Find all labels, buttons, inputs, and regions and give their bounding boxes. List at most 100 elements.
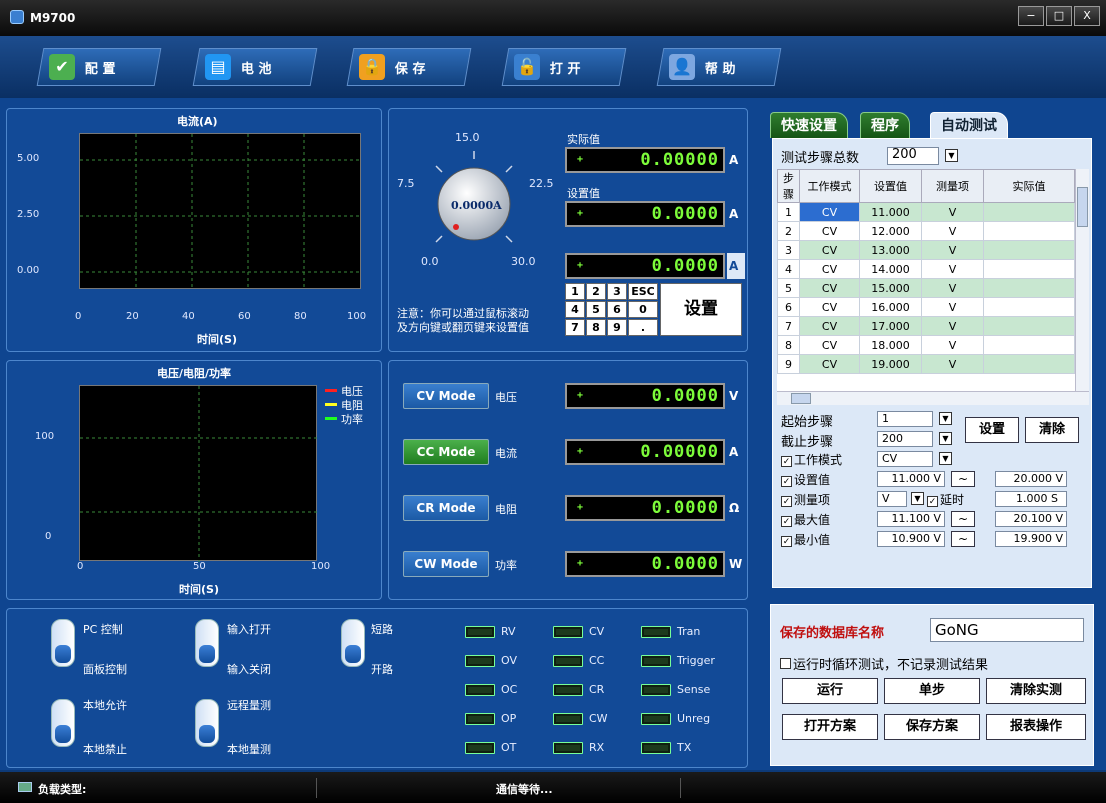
setval-checkbox[interactable]: ✓ 设置值 [781, 471, 830, 488]
close-button[interactable]: X [1074, 6, 1100, 26]
key-3[interactable]: 3 [607, 283, 627, 300]
help-button[interactable]: 👤 帮 助 [656, 48, 782, 86]
key-0[interactable]: 0 [628, 301, 658, 318]
report-button[interactable]: 报表操作 [986, 714, 1086, 740]
start-step-select[interactable]: 1 [877, 411, 933, 427]
horizontal-scrollbar[interactable] [777, 391, 1089, 405]
table-row[interactable]: 1 CV 11.000 V [777, 202, 1075, 222]
total-steps-select[interactable]: 200 [887, 147, 939, 165]
key-1[interactable]: 1 [565, 283, 585, 300]
chevron-down-icon[interactable]: ▼ [939, 412, 952, 425]
setval-tilde-button[interactable]: ~ [951, 471, 975, 487]
table-row[interactable]: 7 CV 17.000 V [777, 316, 1075, 336]
open-button[interactable]: 🔓 打 开 [501, 48, 627, 86]
col-setval: 设置值 [859, 169, 922, 203]
set-value-button[interactable]: 设置 [660, 283, 742, 336]
input-on-off-switch[interactable] [195, 619, 219, 667]
mode-panel: CV Mode 电压 +0.0000 V CC Mode 电流 +0.00000… [388, 360, 748, 600]
input-value-display[interactable]: +0.0000 [565, 253, 725, 279]
chevron-down-icon[interactable]: ▼ [939, 432, 952, 445]
setval-from-input[interactable]: 11.000 V [877, 471, 945, 487]
maximize-button[interactable]: □ [1046, 6, 1072, 26]
table-row[interactable]: 5 CV 15.000 V [777, 278, 1075, 298]
max-checkbox[interactable]: ✓ 最大值 [781, 511, 830, 528]
table-row[interactable]: 8 CV 18.000 V [777, 335, 1075, 355]
battery-button[interactable]: ▤ 电 池 [192, 48, 318, 86]
remote-sense-switch[interactable] [195, 699, 219, 747]
key-6[interactable]: 6 [607, 301, 627, 318]
note-line-2: 及方向键或翻页键来设置值 [397, 321, 529, 334]
actual-value-display: +0.00000 [565, 147, 725, 173]
mode-select[interactable]: CV [877, 451, 933, 467]
min-from-input[interactable]: 10.900 V [877, 531, 945, 547]
local-enable-switch[interactable] [51, 699, 75, 747]
chevron-down-icon[interactable]: ▼ [945, 149, 958, 162]
pc-panel-control-switch[interactable] [51, 619, 75, 667]
save-button[interactable]: 🔒 保 存 [346, 48, 472, 86]
min-to-input[interactable]: 19.900 V [995, 531, 1067, 547]
key-7[interactable]: 7 [565, 319, 585, 336]
led-label: Tran [677, 625, 701, 638]
chevron-down-icon[interactable]: ▼ [939, 452, 952, 465]
config-button[interactable]: ✔ 配 置 [36, 48, 162, 86]
key-4[interactable]: 4 [565, 301, 585, 318]
cr-mode-button[interactable]: CR Mode [403, 495, 489, 521]
table-row[interactable]: 9 CV 19.000 V [777, 354, 1075, 374]
led-tx [641, 742, 671, 754]
knob-label: 22.5 [529, 177, 554, 190]
max-from-input[interactable]: 11.100 V [877, 511, 945, 527]
range-clear-button[interactable]: 清除 [1025, 417, 1079, 443]
steps-table: 步骤 工作模式 设置值 测量项 实际值 1 CV 11.000 V 2 CV 12.000… [777, 169, 1089, 405]
end-step-select[interactable]: 200 [877, 431, 933, 447]
legend-power-swatch [325, 417, 337, 420]
vertical-scrollbar[interactable] [1075, 169, 1089, 391]
led-label: Unreg [677, 712, 711, 725]
db-name-input[interactable]: GoNG [930, 618, 1084, 642]
meas-select[interactable]: V [877, 491, 907, 507]
switch-label: PC 控制 [83, 623, 123, 636]
min-checkbox[interactable]: ✓ 最小值 [781, 531, 830, 548]
save-plan-button[interactable]: 保存方案 [884, 714, 980, 740]
loop-test-checkbox[interactable]: 运行时循环测试，不记录测试结果 [780, 654, 988, 673]
short-open-switch[interactable] [341, 619, 365, 667]
max-tilde-button[interactable]: ~ [951, 511, 975, 527]
table-row[interactable]: 3 CV 13.000 V [777, 240, 1075, 260]
table-row[interactable]: 6 CV 16.000 V [777, 297, 1075, 317]
key-esc[interactable]: ESC [628, 283, 658, 300]
delay-checkbox[interactable]: ✓ 延时 [927, 491, 964, 508]
min-tilde-button[interactable]: ~ [951, 531, 975, 547]
range-set-button[interactable]: 设置 [965, 417, 1019, 443]
key-9[interactable]: 9 [607, 319, 627, 336]
mode-checkbox[interactable]: ✓ 工作模式 [781, 451, 842, 468]
key-2[interactable]: 2 [586, 283, 606, 300]
meas-checkbox[interactable]: ✓ 测量项 [781, 491, 830, 508]
chevron-down-icon[interactable]: ▼ [911, 492, 924, 505]
title-bar: M9700 − □ X [0, 0, 1106, 36]
key-8[interactable]: 8 [586, 319, 606, 336]
total-steps-label: 测试步骤总数 [781, 151, 860, 166]
setval-to-input[interactable]: 20.000 V [995, 471, 1067, 487]
led-label: CV [589, 625, 605, 638]
table-row[interactable]: 2 CV 12.000 V [777, 221, 1075, 241]
cv-label: 电压 [495, 391, 517, 404]
led-cv [553, 626, 583, 638]
minimize-button[interactable]: − [1018, 6, 1044, 26]
cw-mode-button[interactable]: CW Mode [403, 551, 489, 577]
tab-program[interactable]: 程序 [860, 112, 910, 138]
tab-quick-settings[interactable]: 快速设置 [770, 112, 848, 138]
cc-mode-button[interactable]: CC Mode [403, 439, 489, 465]
run-button[interactable]: 运行 [782, 678, 878, 704]
table-row[interactable]: 4 CV 14.000 V [777, 259, 1075, 279]
cv-mode-button[interactable]: CV Mode [403, 383, 489, 409]
delay-input[interactable]: 1.000 S [995, 491, 1067, 507]
key-5[interactable]: 5 [586, 301, 606, 318]
led-ov [465, 655, 495, 667]
clear-measurement-button[interactable]: 清除实测 [986, 678, 1086, 704]
open-plan-button[interactable]: 打开方案 [782, 714, 878, 740]
tab-auto-test[interactable]: 自动测试 [930, 112, 1008, 138]
actual-label: 实际值 [567, 133, 600, 146]
max-to-input[interactable]: 20.100 V [995, 511, 1067, 527]
key-dot[interactable]: . [628, 319, 658, 336]
single-step-button[interactable]: 单步 [884, 678, 980, 704]
current-display: +0.00000 [565, 439, 725, 465]
